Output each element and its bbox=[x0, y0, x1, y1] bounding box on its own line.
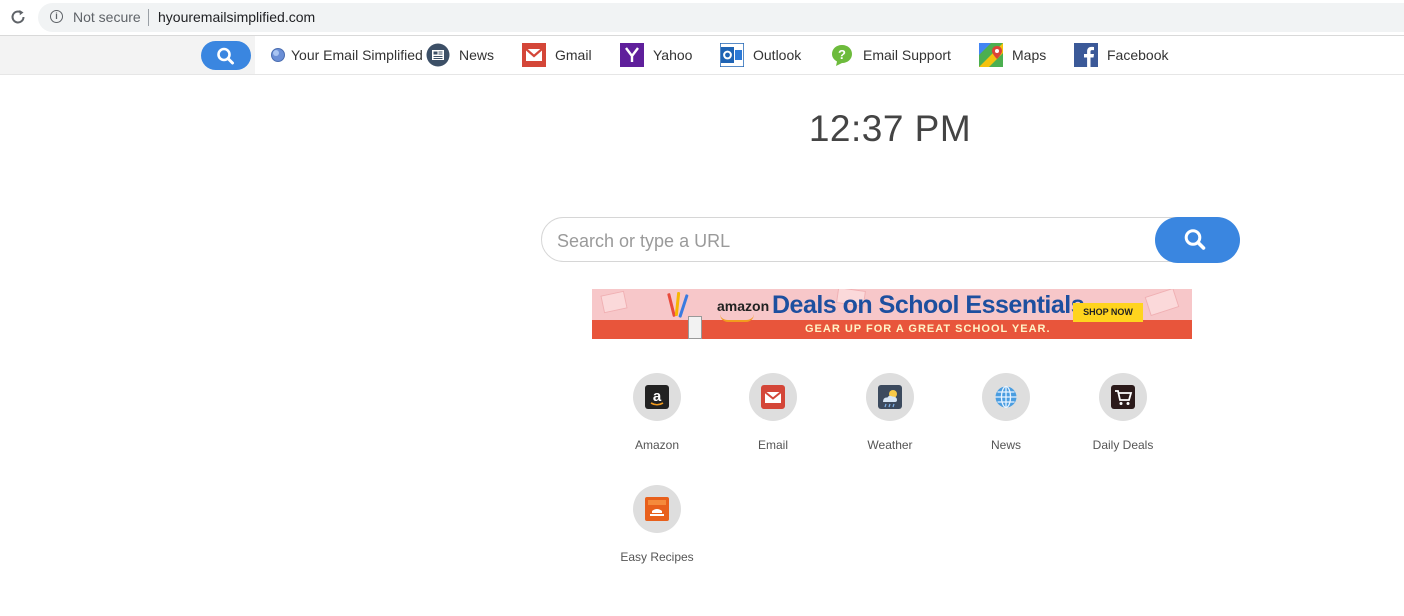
news-icon bbox=[426, 43, 450, 67]
toolbar-link-label: Email Support bbox=[863, 47, 951, 63]
cart-icon bbox=[1111, 385, 1135, 409]
reload-icon[interactable] bbox=[9, 8, 27, 26]
tile-weather[interactable]: Weather bbox=[835, 373, 945, 452]
svg-text:a: a bbox=[653, 388, 662, 405]
weather-icon bbox=[878, 385, 902, 409]
toolbar-link-label: News bbox=[459, 47, 495, 63]
browser-address-row: i Not secure hyouremailsimplified.com bbox=[0, 0, 1404, 35]
toolbar-link-label: Yahoo bbox=[653, 47, 693, 63]
maps-icon bbox=[979, 43, 1003, 67]
glue-bottle-icon bbox=[688, 316, 702, 339]
url-text[interactable]: hyouremailsimplified.com bbox=[158, 9, 315, 25]
toolbar-link-label: Maps bbox=[1012, 47, 1047, 63]
tile-daily-deals[interactable]: Daily Deals bbox=[1068, 373, 1178, 452]
toolbar-link-gmail[interactable]: Gmail bbox=[522, 36, 592, 74]
toolbar-link-news[interactable]: News bbox=[426, 36, 494, 74]
facebook-icon bbox=[1074, 43, 1098, 67]
tile-label: Amazon bbox=[634, 438, 680, 452]
extension-toolbar: Your Email Simplified News Gmail Yahoo O… bbox=[0, 35, 1404, 75]
search-button[interactable] bbox=[1155, 217, 1240, 263]
search-box bbox=[541, 217, 1239, 262]
banner-brand: amazon bbox=[717, 298, 770, 314]
tile-label: Easy Recipes bbox=[620, 550, 694, 564]
tile-icon-circle bbox=[866, 373, 914, 421]
tile-icon-circle bbox=[633, 485, 681, 533]
toolbar-link-label: Gmail bbox=[555, 47, 592, 63]
separator bbox=[148, 9, 149, 26]
yahoo-icon bbox=[620, 43, 644, 67]
tile-news[interactable]: News bbox=[951, 373, 1061, 452]
help-icon: ? bbox=[832, 45, 852, 66]
security-label[interactable]: Not secure bbox=[73, 9, 141, 25]
decor-paper bbox=[600, 290, 628, 314]
decor-paper bbox=[1144, 289, 1180, 317]
info-icon[interactable]: i bbox=[50, 10, 63, 23]
gmail-icon bbox=[522, 43, 546, 67]
toolbar-link-maps[interactable]: Maps bbox=[979, 36, 1046, 74]
banner-headline: Deals on School Essentials bbox=[772, 291, 1085, 319]
clock: 12:37 PM bbox=[808, 108, 972, 149]
toolbar-search-button[interactable] bbox=[201, 41, 251, 70]
toolbar-link-email-support[interactable]: ? Email Support bbox=[830, 36, 951, 74]
outlook-icon bbox=[720, 43, 744, 67]
toolbar-link-yahoo[interactable]: Yahoo bbox=[620, 36, 692, 74]
tile-icon-circle bbox=[1099, 373, 1147, 421]
banner-shop-now-button[interactable]: SHOP NOW bbox=[1073, 303, 1143, 322]
email-icon bbox=[761, 385, 785, 409]
amazon-ad-banner[interactable]: amazon Deals on School Essentials GEAR U… bbox=[592, 289, 1192, 339]
recipes-icon bbox=[645, 497, 669, 521]
tile-icon-circle: a bbox=[633, 373, 681, 421]
tile-label: Daily Deals bbox=[1092, 438, 1154, 452]
tile-label: News bbox=[990, 438, 1021, 452]
search-icon bbox=[1184, 229, 1206, 250]
toolbar-link-label: Your Email Simplified bbox=[291, 47, 423, 63]
toolbar-link-facebook[interactable]: Facebook bbox=[1074, 36, 1168, 74]
amazon-smile-icon bbox=[720, 314, 754, 322]
tile-icon-circle bbox=[749, 373, 797, 421]
amazon-icon: a bbox=[645, 385, 669, 409]
banner-subline: GEAR UP FOR A GREAT SCHOOL YEAR. bbox=[805, 323, 1051, 335]
tile-amazon[interactable]: a Amazon bbox=[602, 373, 712, 452]
toolbar-link-outlook[interactable]: Outlook bbox=[720, 36, 801, 74]
address-bar[interactable]: i Not secure hyouremailsimplified.com bbox=[38, 3, 1404, 32]
toolbar-link-your-email-simplified[interactable]: Your Email Simplified bbox=[271, 36, 423, 74]
decor-pencil bbox=[678, 294, 689, 318]
tile-label: Email bbox=[757, 438, 788, 452]
toolbar-link-label: Outlook bbox=[753, 47, 802, 63]
search-icon bbox=[217, 47, 234, 65]
svg-text:?: ? bbox=[838, 47, 846, 62]
tile-easy-recipes[interactable]: Easy Recipes bbox=[602, 485, 712, 564]
toolbar-link-label: Facebook bbox=[1107, 47, 1169, 63]
globe-icon bbox=[995, 385, 1017, 409]
search-input[interactable] bbox=[555, 228, 1149, 254]
tile-icon-circle bbox=[982, 373, 1030, 421]
globe-icon bbox=[271, 48, 285, 62]
tile-email[interactable]: Email bbox=[718, 373, 828, 452]
tile-label: Weather bbox=[867, 438, 913, 452]
